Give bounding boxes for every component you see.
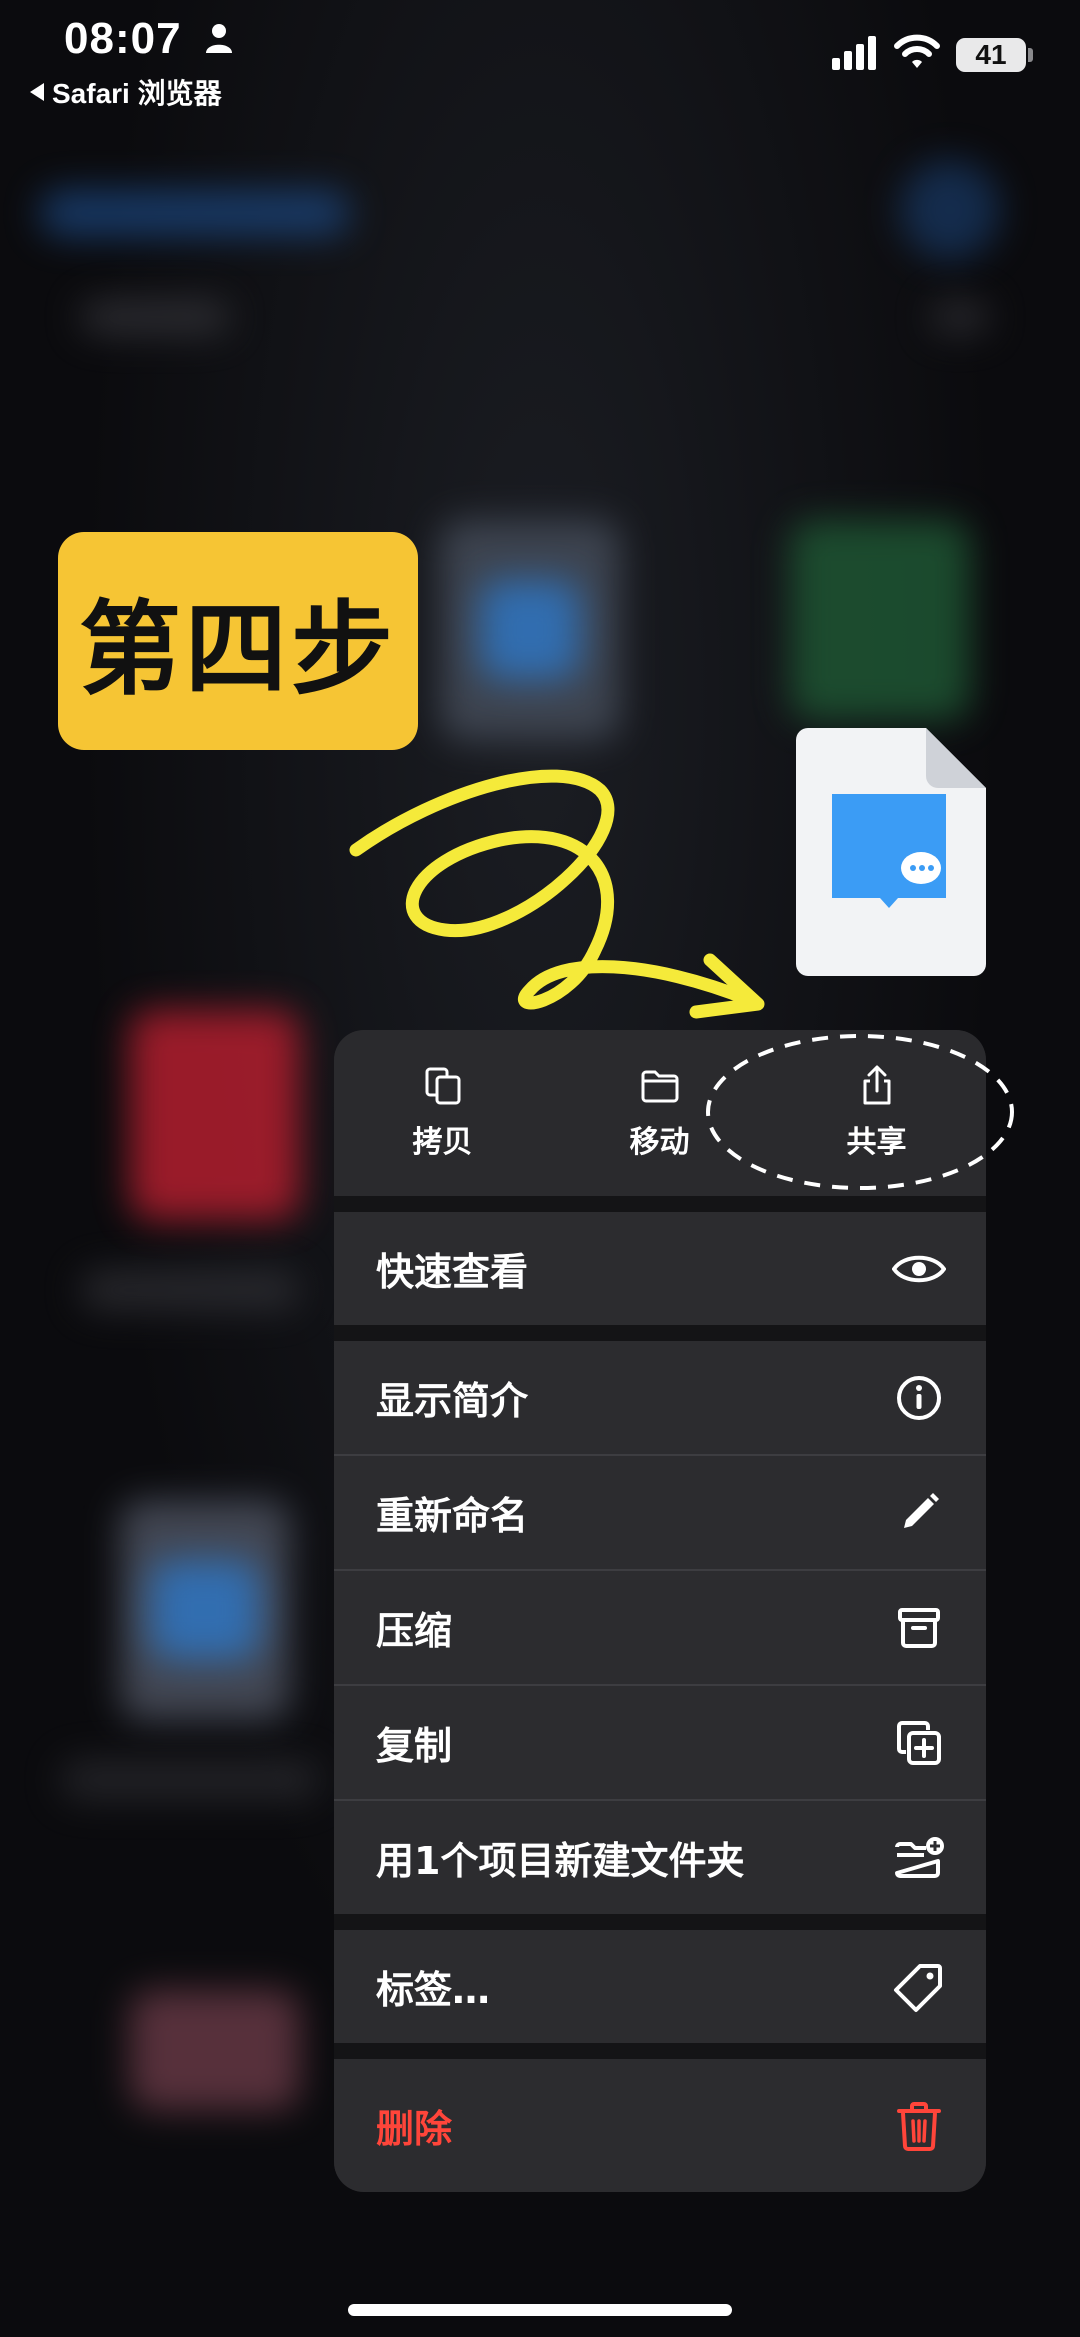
copy-label: 拷贝: [412, 1125, 473, 1160]
menu-item-duplicate[interactable]: 复制: [334, 1686, 986, 1799]
wechat-document-icon[interactable]: [796, 728, 986, 976]
menu-item-get-info[interactable]: 显示简介: [334, 1341, 986, 1454]
duplicate-icon: [897, 1720, 941, 1765]
home-indicator[interactable]: [348, 2304, 732, 2316]
archive-box-icon: [898, 1607, 940, 1648]
copy-button[interactable]: 拷贝: [334, 1030, 551, 1196]
context-menu: 拷贝 移动 共享 快速查看 显示简介 重新命名 压缩 复制 用1个项目新建文件夹…: [334, 1030, 986, 2192]
menu-item-rename[interactable]: 重新命名: [334, 1456, 986, 1569]
menu-separator: [334, 1325, 986, 1341]
step-label: 第四步: [79, 590, 397, 710]
menu-item-label: 标签…: [376, 1968, 491, 2012]
trash-icon: [897, 2101, 941, 2151]
menu-item-label: 显示简介: [376, 1379, 529, 1423]
share-highlight-ellipse: [706, 1034, 1014, 1190]
pencil-icon: [904, 1492, 939, 1528]
copy-icon: [425, 1067, 460, 1105]
status-bar: 08:07 Safari 浏览器 41: [0, 0, 1080, 110]
menu-item-label: 复制: [376, 1724, 453, 1768]
folder-icon: [641, 1070, 678, 1103]
menu-item-label: 重新命名: [376, 1494, 529, 1538]
menu-separator: [334, 2043, 986, 2059]
person-icon: [206, 24, 232, 53]
menu-separator: [334, 1914, 986, 1930]
status-time: 08:07: [64, 14, 182, 63]
eye-icon: [892, 1255, 946, 1282]
menu-item-label: 快速查看: [376, 1250, 529, 1294]
menu-separator: [334, 1196, 986, 1212]
folder-plus-icon: [895, 1836, 944, 1878]
scribble-arrow-icon: [349, 769, 765, 1019]
menu-item-compress[interactable]: 压缩: [334, 1571, 986, 1684]
menu-item-label: 删除: [376, 2107, 453, 2151]
menu-item-label: 用1个项目新建文件夹: [376, 1839, 745, 1883]
menu-item-new-folder-with-item[interactable]: 用1个项目新建文件夹: [334, 1801, 986, 1914]
move-label: 移动: [629, 1125, 690, 1160]
battery-icon: 41: [956, 38, 1026, 72]
menu-item-tags[interactable]: 标签…: [334, 1930, 986, 2043]
back-arrow-icon: [30, 83, 44, 101]
cellular-signal-icon: [832, 36, 876, 70]
info-icon: [897, 1375, 941, 1420]
menu-item-quick-look[interactable]: 快速查看: [334, 1212, 986, 1325]
back-app-label: Safari 浏览器: [52, 78, 222, 109]
battery-tip: [1028, 48, 1033, 62]
menu-item-label: 压缩: [376, 1609, 453, 1653]
step-badge: 第四步: [58, 532, 418, 750]
back-to-app-button[interactable]: Safari 浏览器: [30, 72, 222, 112]
wifi-icon: [894, 34, 940, 68]
menu-item-delete[interactable]: 删除: [334, 2059, 986, 2192]
tag-icon: [894, 1963, 942, 2012]
